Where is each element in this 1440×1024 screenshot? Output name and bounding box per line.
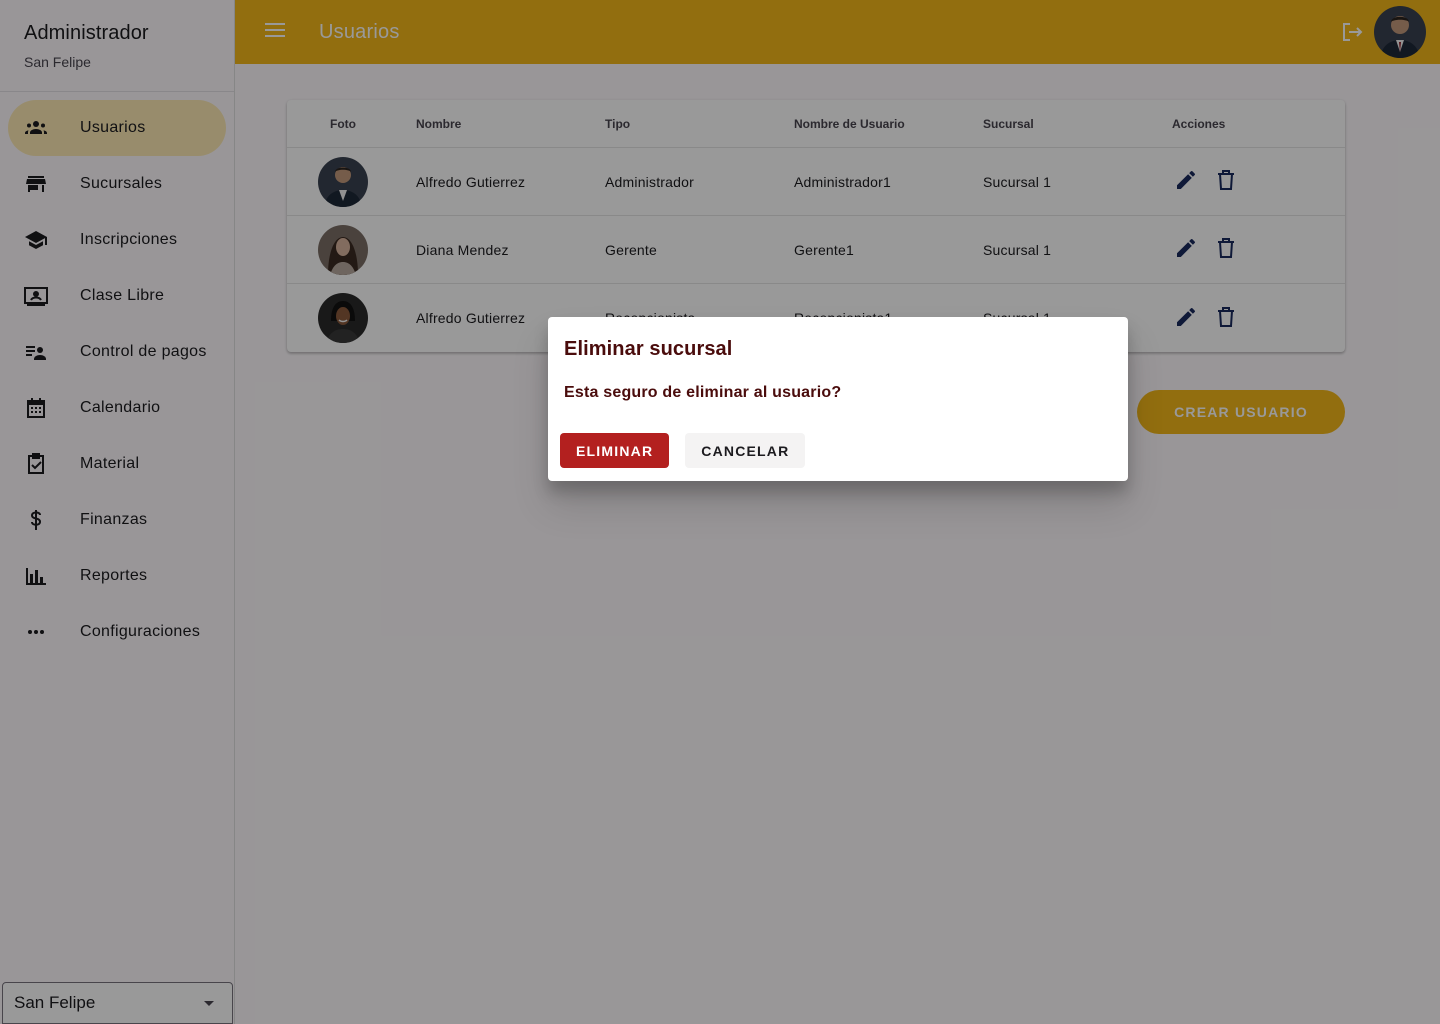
dialog-message: Esta seguro de eliminar al usuario? bbox=[564, 384, 842, 401]
confirm-delete-button[interactable]: ELIMINAR bbox=[560, 433, 670, 468]
delete-dialog: Eliminar sucursal Esta seguro de elimina… bbox=[548, 317, 1128, 481]
dialog-title: Eliminar sucursal bbox=[564, 338, 733, 360]
modal-scrim[interactable] bbox=[0, 0, 1440, 1024]
cancel-button[interactable]: CANCELAR bbox=[685, 433, 806, 468]
dialog-actions: ELIMINAR CANCELAR bbox=[560, 433, 806, 468]
